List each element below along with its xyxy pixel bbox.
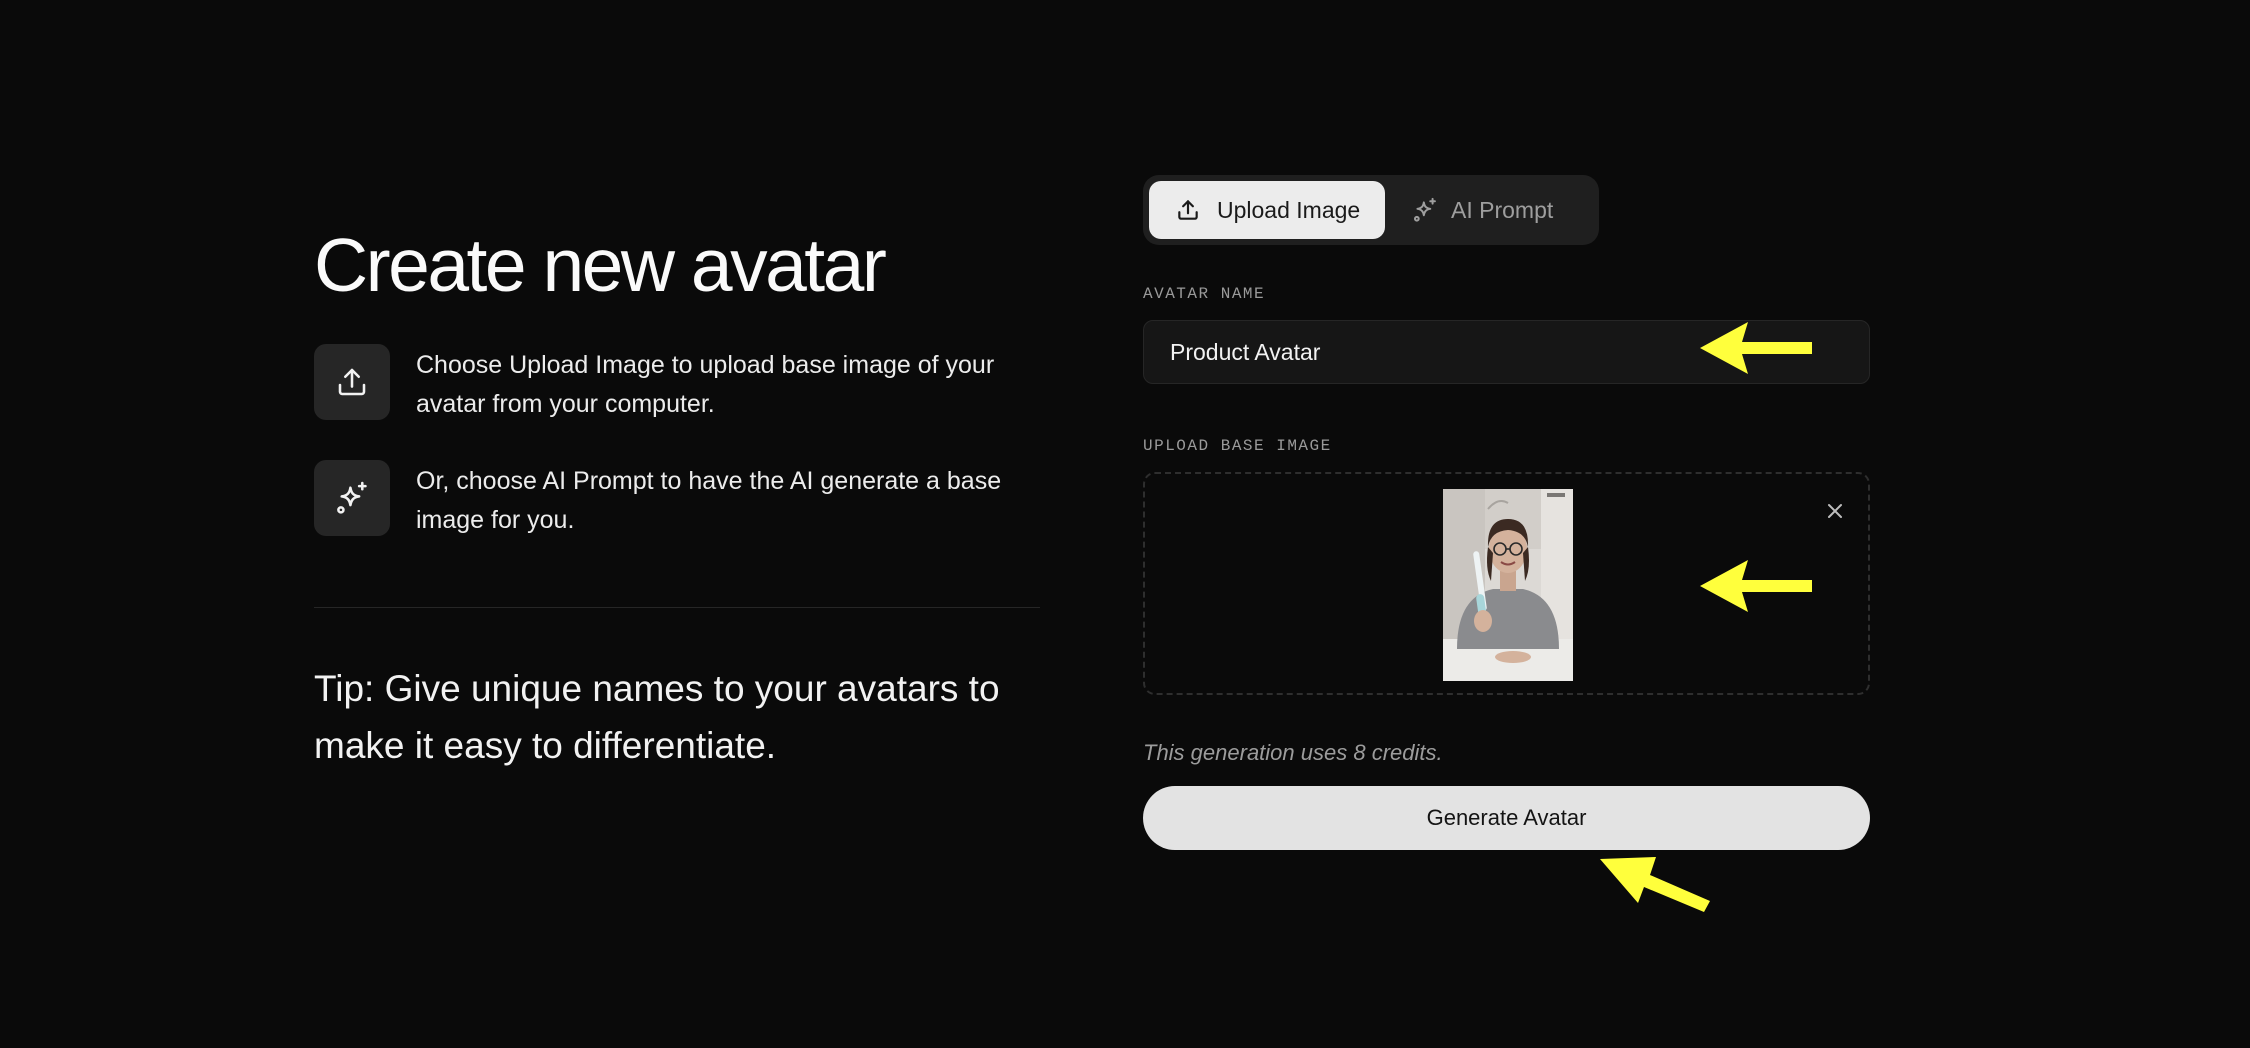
tab-label: AI Prompt: [1451, 196, 1554, 223]
instruction-ai-prompt: Or, choose AI Prompt to have the AI gene…: [314, 460, 1056, 540]
source-tabs: Upload Image AI Prompt: [1143, 175, 1599, 245]
close-icon: [1828, 504, 1842, 518]
page-title: Create new avatar: [314, 223, 887, 307]
credits-note: This generation uses 8 credits.: [1143, 740, 1443, 765]
divider: [314, 607, 1040, 608]
tip-text: Tip: Give unique names to your avatars t…: [314, 668, 1000, 766]
instruction-upload: Choose Upload Image to upload base image…: [314, 344, 1056, 424]
generate-avatar-button[interactable]: Generate Avatar: [1143, 786, 1870, 850]
tab-label: Upload Image: [1217, 196, 1361, 223]
upload-icon: [1175, 197, 1201, 223]
tab-upload-image[interactable]: Upload Image: [1149, 181, 1385, 239]
remove-image-button[interactable]: [1822, 498, 1848, 524]
sparkle-icon: [314, 460, 390, 536]
annotation-arrow-icon: [1700, 560, 1812, 612]
annotation-arrow-icon: [1600, 857, 1710, 912]
upload-base-image-label: UPLOAD BASE IMAGE: [1143, 437, 1332, 455]
instruction-text: Or, choose AI Prompt to have the AI gene…: [416, 467, 1002, 534]
instruction-text: Choose Upload Image to upload base image…: [416, 351, 995, 418]
tab-ai-prompt[interactable]: AI Prompt: [1385, 181, 1585, 239]
annotation-arrow-icon: [1700, 322, 1812, 374]
uploaded-image-preview: [1443, 489, 1573, 681]
sparkle-icon: [1411, 196, 1439, 224]
avatar-name-label: AVATAR NAME: [1143, 285, 1266, 303]
upload-icon: [314, 344, 390, 420]
